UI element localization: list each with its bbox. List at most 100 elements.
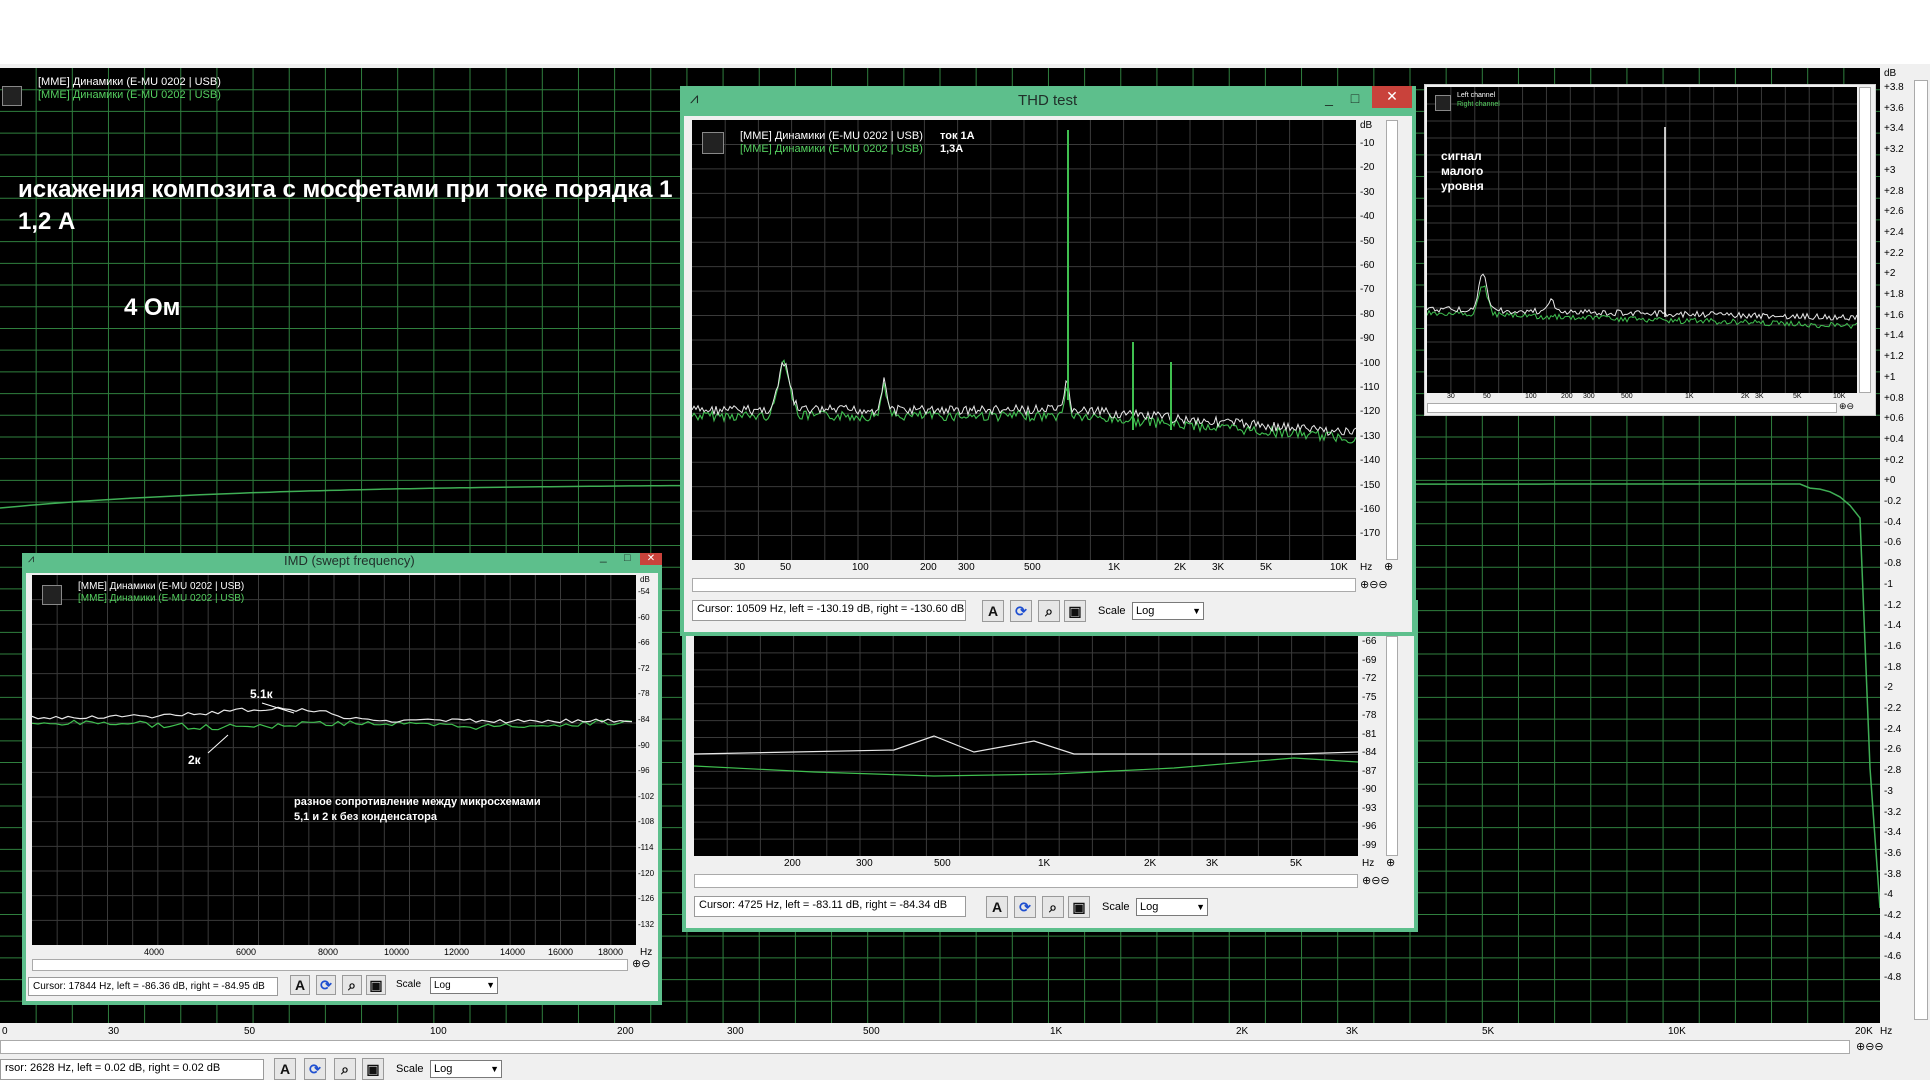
thd-title-bar[interactable]: ⩘ THD test _ □ ✕ <box>680 86 1416 112</box>
main-search-icon[interactable]: ⌕ <box>334 1058 356 1080</box>
thd-close-button[interactable]: ✕ <box>1372 86 1412 108</box>
imd2-zoom-icon[interactable]: ⊕ <box>1386 856 1395 869</box>
imd2-zoom-icons[interactable]: ⊕⊖⊖ <box>1362 874 1390 887</box>
imd2-horizontal-scrollbar[interactable] <box>694 874 1358 888</box>
thd-vertical-scrollbar[interactable] <box>1386 120 1398 560</box>
main-vertical-scrollbar[interactable] <box>1914 80 1928 1020</box>
imd2-y-tick: -90 <box>1362 784 1377 795</box>
imd-scale-select[interactable]: Log ▼ <box>430 977 498 994</box>
imd-x-tick: 6000 <box>236 947 257 957</box>
imd2-x-tick: 1K <box>1038 858 1051 869</box>
thd-x-tick: 3K <box>1212 562 1225 573</box>
imd2-window-body: -66 -69 -72 -75 -78 -81 -84 -87 -90 -93 -96 -99 200… <box>686 600 1414 928</box>
main-scale-select[interactable]: Log ▼ <box>430 1060 502 1078</box>
main-y-tick: +0.4 <box>1884 433 1904 445</box>
main-x-tick: 3K <box>1346 1026 1359 1037</box>
main-y-tick: -2.4 <box>1884 723 1902 735</box>
main-scale-value: Log <box>434 1063 453 1075</box>
thd-x-tick: 100 <box>852 562 869 573</box>
thd-save-icon[interactable]: ▣ <box>1064 600 1086 622</box>
main-refresh-icon[interactable]: ⟳ <box>304 1058 326 1080</box>
thd-search-icon[interactable]: ⌕ <box>1038 600 1060 622</box>
imd-zoom-icons[interactable]: ⊕⊖ <box>632 957 650 970</box>
imd-x-tick: 14000 <box>500 947 526 957</box>
thd-legend-right: [MME] Динамики (E-MU 0202 | USB) <box>740 143 923 155</box>
imd2-scale-select[interactable]: Log ▼ <box>1136 898 1208 916</box>
imd-horizontal-scrollbar[interactable] <box>32 959 628 971</box>
imd2-save-icon[interactable]: ▣ <box>1068 896 1090 918</box>
imd2-y-tick: -75 <box>1362 691 1377 703</box>
main-x-tick: 30 <box>108 1026 120 1037</box>
thd-plot-area: [MME] Динамики (E-MU 0202 | USB) [MME] Д… <box>692 120 1356 560</box>
small-x-tick: 10K <box>1833 393 1846 400</box>
small-vertical-scrollbar[interactable] <box>1859 87 1871 393</box>
thd-x-tick: 500 <box>1024 562 1041 573</box>
small-spectrum-chart <box>1427 87 1857 393</box>
main-y-tick: +3.2 <box>1884 144 1904 156</box>
imd-search-icon[interactable]: ⌕ <box>342 975 362 995</box>
thd-y-tick: -170 <box>1360 528 1381 540</box>
main-y-tick: +3 <box>1884 164 1896 176</box>
imd2-y-tick: -66 <box>1362 636 1377 647</box>
main-x-unit: Hz <box>1880 1026 1893 1037</box>
small-channel-icon[interactable] <box>1435 95 1451 111</box>
thd-refresh-icon[interactable]: ⟳ <box>1010 600 1032 622</box>
thd-y-tick: -10 <box>1360 138 1375 149</box>
thd-minimize-button[interactable]: _ <box>1316 88 1342 108</box>
thd-maximize-button[interactable]: □ <box>1342 88 1368 108</box>
thd-y-tick: -100 <box>1360 357 1381 369</box>
thd-app-icon: ⩘ <box>690 90 699 107</box>
imd2-y-tick: -84 <box>1362 747 1377 758</box>
imd-text-button[interactable]: A <box>290 975 310 995</box>
main-y-tick: -3.8 <box>1884 868 1902 880</box>
imd2-text-button[interactable]: A <box>986 896 1008 918</box>
main-save-icon[interactable]: ▣ <box>362 1058 384 1080</box>
main-y-tick: +0 <box>1884 475 1896 487</box>
thd-spectrum-chart <box>692 120 1356 560</box>
imd-save-icon[interactable]: ▣ <box>366 975 386 995</box>
thd-legend: [MME] Динамики (E-MU 0202 | USB) [MME] Д… <box>740 130 923 156</box>
main-horizontal-scrollbar[interactable] <box>0 1040 1850 1054</box>
main-y-tick: +1.8 <box>1884 289 1904 300</box>
imd-close-button[interactable]: ✕ <box>640 553 662 565</box>
main-text-button[interactable]: A <box>274 1058 296 1080</box>
thd-scale-select[interactable]: Log ▼ <box>1132 602 1204 620</box>
imd-scale-value: Log <box>434 980 451 991</box>
small-x-tick: 200 <box>1561 393 1573 400</box>
imd2-y-tick: -78 <box>1362 710 1377 721</box>
main-x-tick: 20K <box>1855 1026 1873 1037</box>
thd-horizontal-scrollbar[interactable] <box>692 578 1356 592</box>
small-horizontal-scrollbar[interactable] <box>1427 403 1837 413</box>
main-channel-icon[interactable] <box>2 86 22 106</box>
thd-text-button[interactable]: A <box>982 600 1004 622</box>
imd-maximize-button[interactable]: □ <box>624 552 631 564</box>
imd2-search-icon[interactable]: ⌕ <box>1042 896 1064 918</box>
thd-zoom-icons[interactable]: ⊕⊖⊖ <box>1360 578 1388 591</box>
imd-title-bar[interactable]: ⩘ IMD (swept frequency) _ □ ✕ <box>22 549 662 569</box>
imd-minimize-button[interactable]: _ <box>600 549 607 563</box>
imd-window-body: [MME] Динамики (E-MU 0202 | USB) [MME] Д… <box>26 573 658 1001</box>
imd-refresh-icon[interactable]: ⟳ <box>316 975 336 995</box>
chevron-down-icon: ▼ <box>1196 902 1205 912</box>
small-x-tick: 2K <box>1741 393 1750 400</box>
imd2-vertical-scrollbar[interactable] <box>1386 636 1398 856</box>
imd2-y-tick: -72 <box>1362 673 1377 684</box>
imd-pointer-2k <box>207 734 229 754</box>
thd-zoom-icon[interactable]: ⊕ <box>1384 560 1393 573</box>
main-x-tick: 300 <box>727 1026 744 1037</box>
imd2-x-tick: 300 <box>856 858 873 869</box>
main-zoom-icons[interactable]: ⊕⊖⊖ <box>1856 1040 1884 1053</box>
imd2-y-tick: -93 <box>1362 802 1377 814</box>
imd-channel-icon[interactable] <box>42 585 62 605</box>
small-zoom-icons[interactable]: ⊕⊖ <box>1839 401 1854 412</box>
main-y-axis: dB +3.8 +3.6 +3.4 +3.2 +3 +2.8 +2.6 +2.4 +2.2 +2 +… <box>1880 64 1930 1024</box>
thd-channel-icon[interactable] <box>702 132 724 154</box>
main-y-tick: -0.2 <box>1884 496 1902 507</box>
main-y-tick: -1.4 <box>1884 620 1902 632</box>
imd2-refresh-icon[interactable]: ⟳ <box>1014 896 1036 918</box>
main-y-tick: +3.4 <box>1884 123 1904 135</box>
main-y-tick: +2 <box>1884 268 1896 280</box>
thd-y-tick: -130 <box>1360 430 1381 442</box>
main-y-tick: +3.6 <box>1884 102 1904 114</box>
chevron-down-icon: ▼ <box>486 980 495 990</box>
